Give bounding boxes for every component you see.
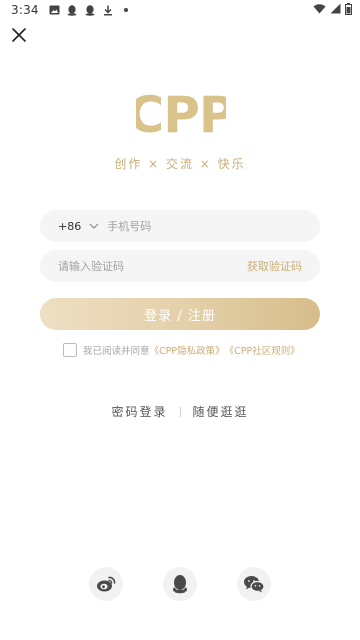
qq-icon — [173, 575, 187, 594]
country-code-selector[interactable]: +86 — [58, 220, 107, 233]
close-icon — [12, 28, 26, 42]
verification-code-field: 获取验证码 — [40, 250, 320, 282]
privacy-policy-link[interactable]: 《CPP隐私政策》 — [150, 343, 225, 357]
system-icons — [313, 2, 352, 18]
country-code-label: +86 — [58, 219, 82, 233]
dot-icon — [121, 5, 132, 16]
login-register-button[interactable]: 登录 / 注册 — [40, 298, 320, 330]
social-login-row — [0, 567, 360, 601]
weibo-login-button[interactable] — [89, 567, 123, 601]
close-button[interactable] — [8, 24, 30, 46]
wechat-login-button[interactable] — [237, 567, 271, 601]
download-icon — [103, 5, 114, 16]
status-bar: 3:34 — [0, 0, 360, 20]
alternative-options: 密码登录 随便逛逛 — [0, 403, 360, 420]
logo-text: CPP — [136, 86, 226, 140]
agreement-checkbox[interactable] — [63, 343, 77, 357]
browse-link[interactable]: 随便逛逛 — [193, 403, 249, 420]
chevron-down-icon — [89, 221, 99, 231]
agreement-prefix: 我已阅读并同意 — [83, 346, 150, 357]
wifi-icon — [313, 3, 326, 17]
status-time: 3:34 — [11, 3, 39, 17]
qq-login-button[interactable] — [163, 567, 197, 601]
get-code-button[interactable]: 获取验证码 — [247, 258, 302, 274]
password-login-link[interactable]: 密码登录 — [111, 403, 167, 420]
weibo-icon — [97, 576, 116, 592]
phone-input[interactable] — [107, 219, 302, 233]
notification-icons — [49, 4, 132, 16]
divider — [179, 406, 181, 417]
phone-field: +86 — [40, 210, 320, 242]
battery-icon — [345, 2, 352, 18]
verification-code-input[interactable] — [58, 259, 247, 273]
image-icon — [49, 5, 60, 16]
signal-icon — [330, 3, 341, 17]
slogan: 创作 × 交流 × 快乐 — [114, 157, 246, 171]
qq-notification-icon — [67, 4, 78, 16]
agreement-row: 我已阅读并同意 《CPP隐私政策》 《CPP社区规则》 — [63, 343, 300, 357]
community-rules-link[interactable]: 《CPP社区规则》 — [225, 343, 300, 357]
qq-notification-icon — [85, 4, 96, 16]
app-logo: CPP — [128, 84, 236, 144]
wechat-icon — [244, 576, 265, 593]
